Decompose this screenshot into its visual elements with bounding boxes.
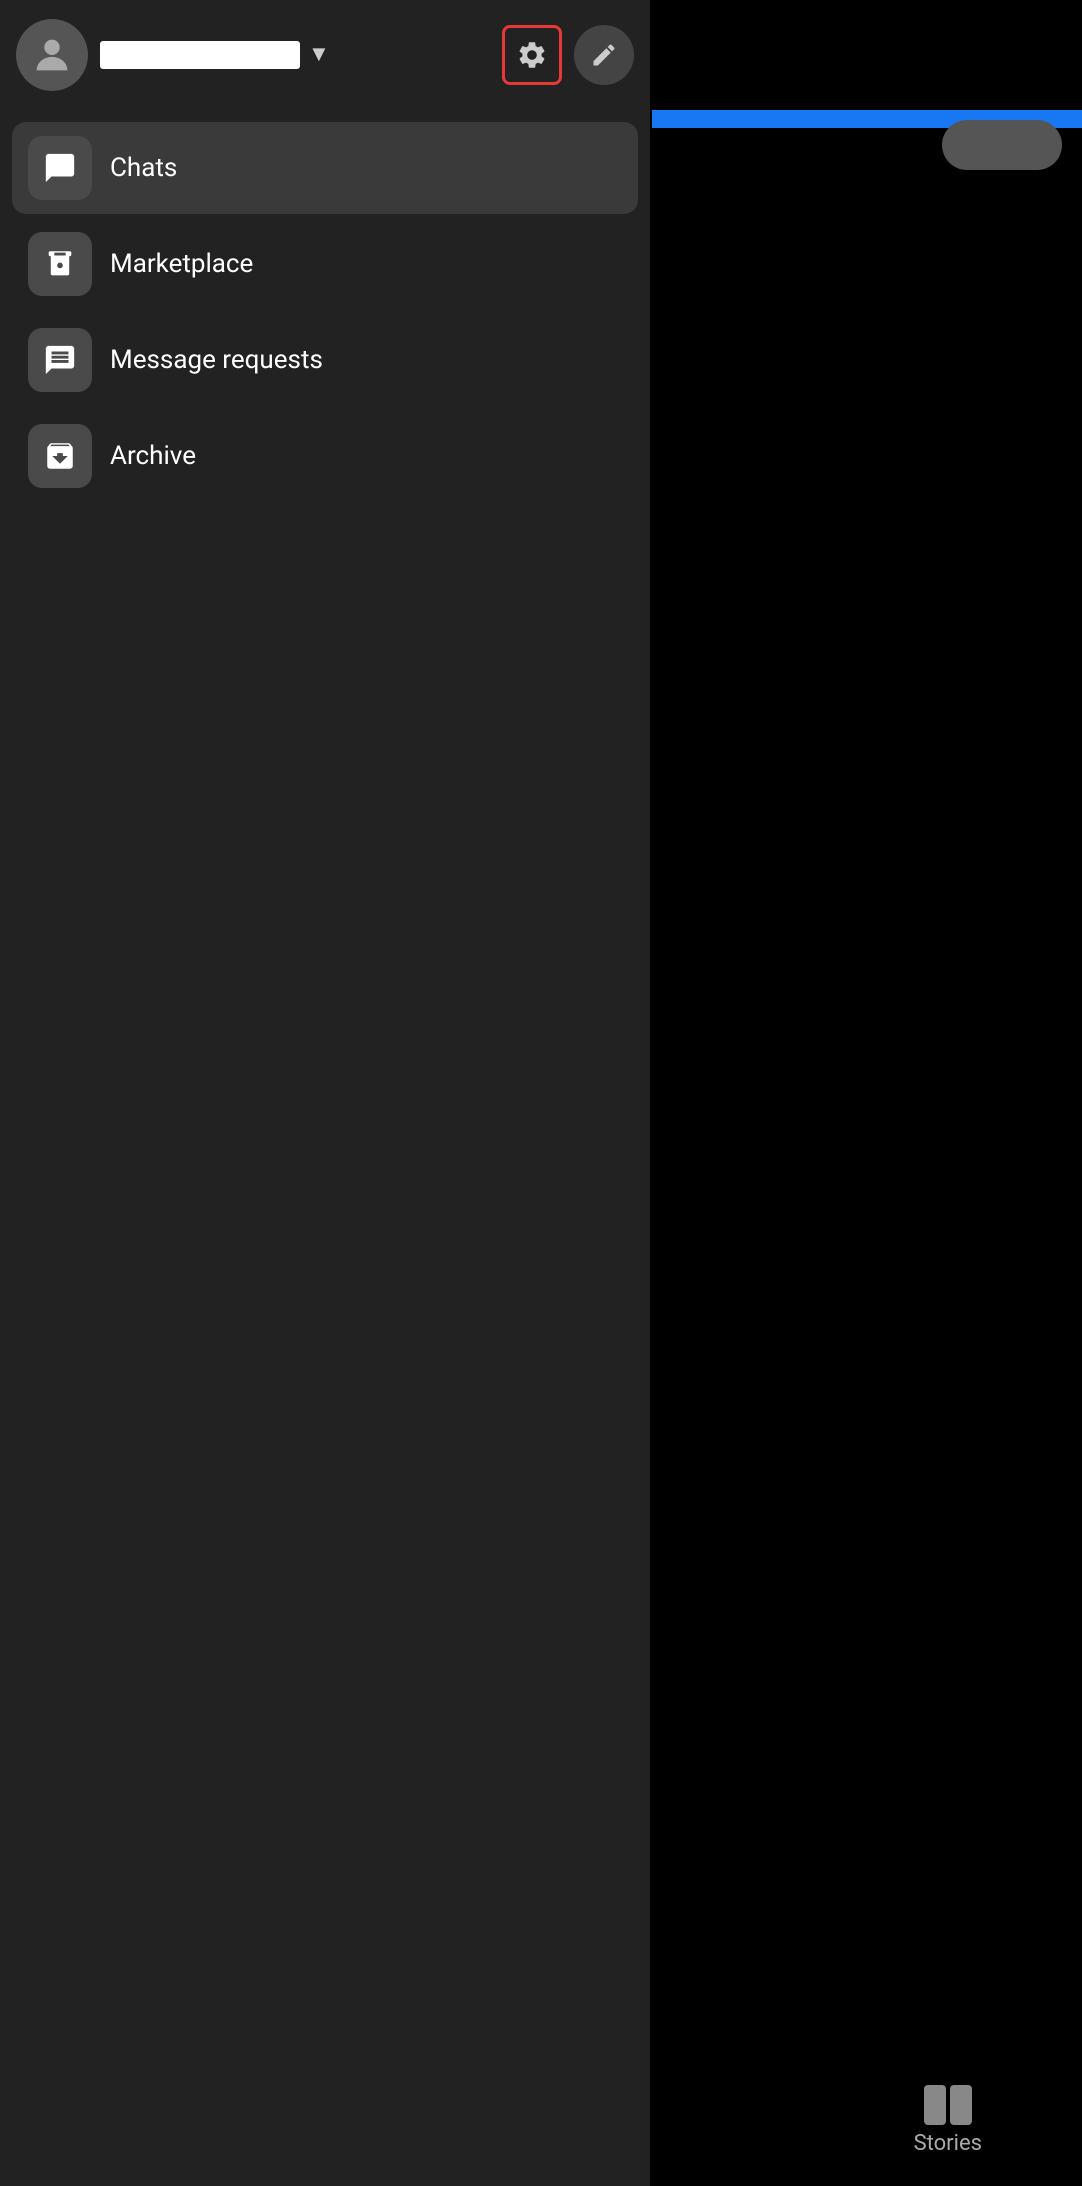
settings-button[interactable]: [502, 25, 562, 85]
stories-bar-1: [924, 2085, 946, 2125]
menu-items-list: Chats Marketplace Message requests: [0, 110, 650, 514]
username-bar: [100, 41, 300, 69]
right-panel: [650, 0, 1082, 2186]
archive-icon-wrap: [28, 424, 92, 488]
header-actions: [502, 25, 634, 85]
stories-icon: [924, 2085, 972, 2125]
message-requests-icon-wrap: [28, 328, 92, 392]
marketplace-icon-wrap: [28, 232, 92, 296]
menu-overlay: ▼ Chats: [0, 0, 650, 2186]
chats-label: Chats: [110, 153, 177, 183]
message-requests-label: Message requests: [110, 345, 323, 375]
menu-item-marketplace[interactable]: Marketplace: [12, 218, 638, 310]
archive-label: Archive: [110, 441, 196, 471]
toggle-pill[interactable]: [942, 120, 1062, 170]
chats-icon-wrap: [28, 136, 92, 200]
chevron-down-icon[interactable]: ▼: [308, 44, 330, 66]
marketplace-label: Marketplace: [110, 249, 253, 279]
menu-item-chats[interactable]: Chats: [12, 122, 638, 214]
avatar[interactable]: [16, 19, 88, 91]
menu-item-archive[interactable]: Archive: [12, 410, 638, 502]
chat-icon: [43, 151, 77, 185]
stories-area[interactable]: Stories: [914, 2085, 982, 2156]
username-area: ▼: [100, 41, 490, 69]
marketplace-icon: [43, 247, 77, 281]
menu-item-message-requests[interactable]: Message requests: [12, 314, 638, 406]
compose-button[interactable]: [574, 25, 634, 85]
stories-bar-2: [950, 2085, 972, 2125]
archive-icon: [43, 439, 77, 473]
message-requests-icon: [43, 343, 77, 377]
header-bar: ▼: [0, 0, 650, 110]
stories-label: Stories: [914, 2131, 982, 2156]
